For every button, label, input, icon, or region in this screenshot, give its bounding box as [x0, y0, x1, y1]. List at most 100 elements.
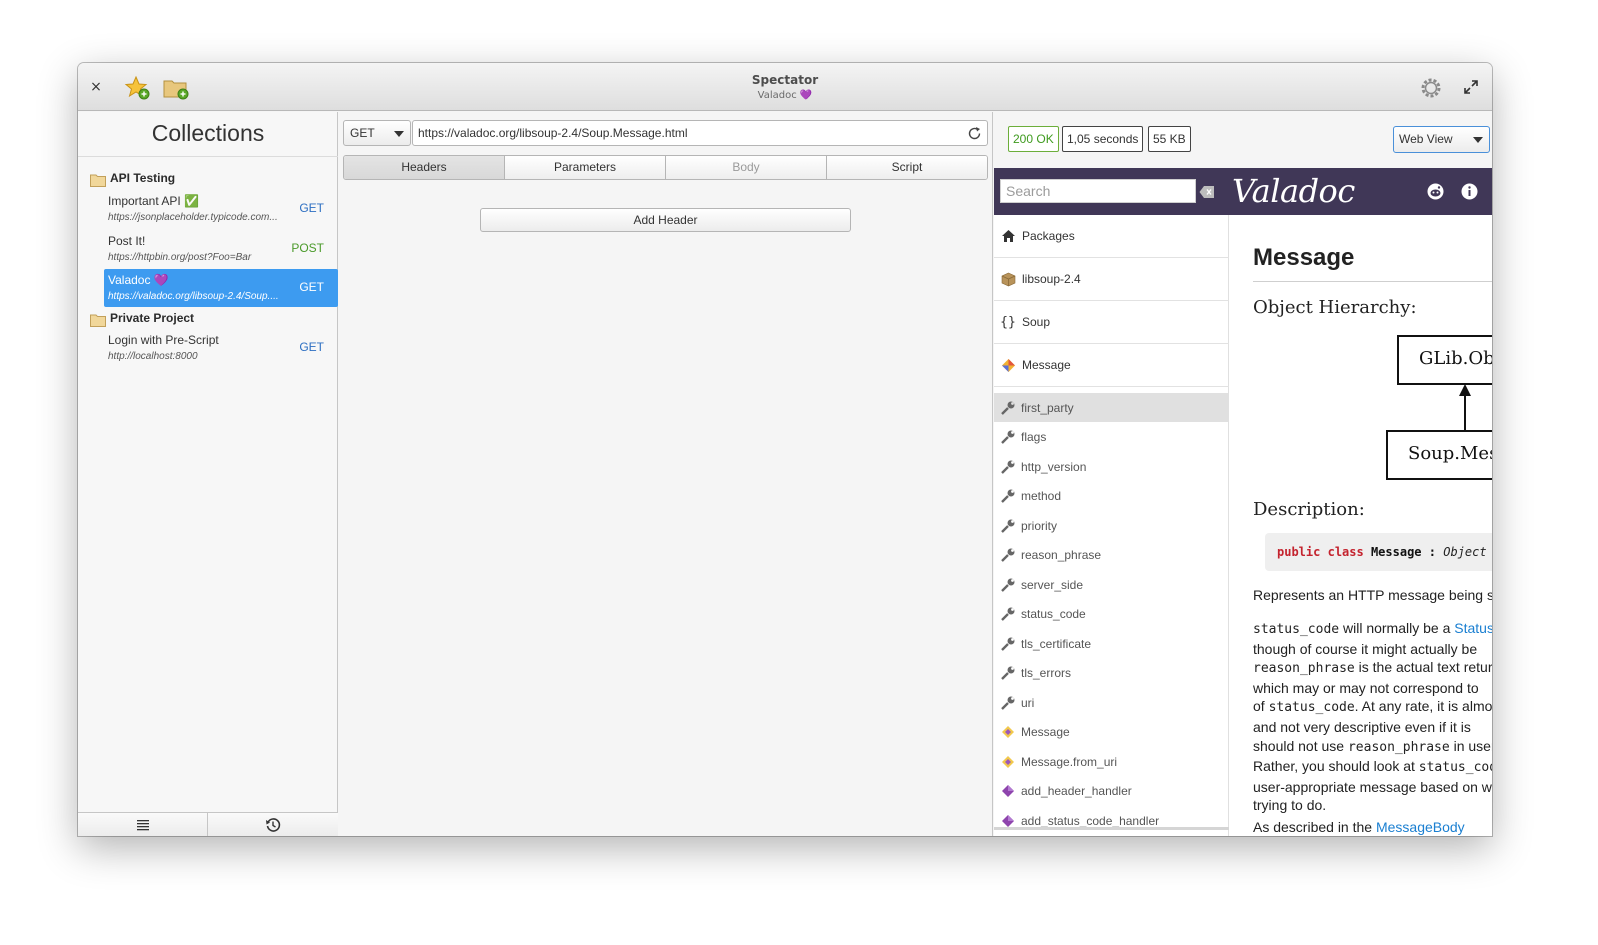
hierarchy-heading: Object Hierarchy:: [1253, 297, 1417, 318]
nav-label: Message: [1022, 358, 1071, 372]
nav-message[interactable]: Message: [994, 344, 1229, 387]
property-icon: [1000, 459, 1016, 475]
size-badge: 55 KB: [1148, 126, 1191, 152]
valadoc-logo[interactable]: Valadoc: [1232, 172, 1355, 210]
property-icon: [1000, 577, 1016, 593]
view-mode-dropdown[interactable]: Web View: [1393, 126, 1490, 153]
nav-soup[interactable]: {} Soup: [994, 301, 1229, 344]
home-icon: [1000, 228, 1016, 244]
nav-label: tls_errors: [1021, 665, 1072, 680]
tab-headers[interactable]: Headers: [344, 156, 505, 179]
folder-private-project[interactable]: Private Project: [90, 309, 194, 327]
window-title: Spectator: [751, 73, 819, 87]
request-url: https://httpbin.org/post?Foo=Bar: [108, 252, 252, 263]
nav-label: libsoup-2.4: [1022, 272, 1081, 286]
code-keyword: public: [1277, 545, 1321, 559]
nav-label: add_header_handler: [1021, 783, 1132, 798]
nav-item-first-party[interactable]: first_party: [994, 393, 1229, 422]
property-icon: [1000, 606, 1016, 622]
nav-item-flags[interactable]: flags: [994, 422, 1229, 451]
constructor-icon: [1000, 724, 1016, 740]
add-header-button[interactable]: Add Header: [480, 208, 851, 232]
property-icon: [1000, 636, 1016, 652]
description-paragraph-3: As described in the MessageBody: [1253, 818, 1492, 836]
property-icon: [1000, 488, 1016, 504]
nav-item-tls-errors[interactable]: tls_errors: [994, 658, 1229, 687]
text-span: Rather, you should look at: [1253, 758, 1419, 775]
status-link[interactable]: Status: [1454, 620, 1492, 636]
hierarchy-box-child[interactable]: Soup.Message: [1386, 430, 1492, 480]
text-line: user-appropriate message based on what: [1253, 778, 1492, 795]
hierarchy-box-parent[interactable]: GLib.Object: [1397, 335, 1492, 385]
nav-item-message-ctor[interactable]: Message: [994, 717, 1229, 746]
nav-label: http_version: [1021, 459, 1087, 474]
nav-item-server-side[interactable]: server_side: [994, 570, 1229, 599]
tab-parameters[interactable]: Parameters: [505, 156, 666, 179]
nav-scrollbar[interactable]: [994, 827, 1229, 830]
code-inline: reason_phrase: [1347, 739, 1450, 755]
time-badge: 1,05 seconds: [1062, 126, 1144, 152]
web-view: Search Valadoc Packages libsoup-2.4 {} S…: [994, 168, 1492, 836]
nav-label: Message.from_uri: [1021, 754, 1118, 769]
tab-script[interactable]: Script: [827, 156, 987, 179]
list-icon: [136, 819, 149, 830]
nav-item-reason-phrase[interactable]: reason_phrase: [994, 540, 1229, 569]
text-span: As described in the: [1253, 819, 1376, 835]
folder-name: Private Project: [110, 311, 195, 325]
request-method: GET: [299, 280, 324, 294]
nav-label: status_code: [1021, 606, 1086, 621]
nav-item-http-version[interactable]: http_version: [994, 452, 1229, 481]
request-item-post-it[interactable]: Post It! https://httpbin.org/post?Foo=Ba…: [104, 230, 338, 268]
request-name: Important API ✅: [108, 194, 199, 208]
nav-packages[interactable]: Packages: [994, 215, 1229, 258]
history-icon: [266, 817, 281, 832]
description-paragraph-2: status_code will normally be a Status th…: [1253, 619, 1492, 815]
tab-body[interactable]: Body: [666, 156, 827, 179]
nav-libsoup[interactable]: libsoup-2.4: [994, 258, 1229, 301]
info-icon[interactable]: [1461, 183, 1478, 200]
description-paragraph-1: Represents an HTTP message being sent or…: [1253, 587, 1492, 603]
app-window: × Spectator Valadoc 💜 Collections API Te…: [78, 63, 1492, 836]
nav-item-priority[interactable]: priority: [994, 511, 1229, 540]
code-separator: :: [1428, 545, 1436, 559]
nav-item-message-from-uri[interactable]: Message.from_uri: [994, 747, 1229, 776]
nav-item-uri[interactable]: uri: [994, 688, 1229, 717]
description-heading: Description:: [1253, 499, 1365, 520]
reddit-icon[interactable]: [1427, 183, 1444, 200]
request-url: https://jsonplaceholder.typicode.com...: [108, 212, 278, 223]
request-tabs: Headers Parameters Body Script: [343, 155, 988, 180]
nav-label: Message: [1021, 724, 1070, 739]
list-view-button[interactable]: [78, 813, 208, 836]
messagebody-link[interactable]: MessageBody: [1376, 819, 1465, 835]
nav-item-add-status-code-handler[interactable]: add_status_code_handler: [994, 806, 1229, 835]
package-icon: [1000, 271, 1016, 287]
request-item-login[interactable]: Login with Pre-Script http://localhost:8…: [104, 329, 338, 367]
text-span: in user: [1449, 737, 1492, 754]
gear-icon[interactable]: [1419, 76, 1443, 100]
nav-item-tls-certificate[interactable]: tls_certificate: [994, 629, 1229, 658]
nav-item-add-header-handler[interactable]: add_header_handler: [994, 776, 1229, 805]
sidebar-divider: [78, 156, 338, 157]
folder-api-testing[interactable]: API Testing: [90, 169, 175, 187]
request-method: GET: [299, 340, 324, 354]
property-icon: [1000, 547, 1016, 563]
property-icon: [1000, 429, 1016, 445]
nav-item-status-code[interactable]: status_code: [994, 599, 1229, 628]
url-input[interactable]: https://valadoc.org/libsoup-2.4/Soup.Mes…: [412, 120, 988, 146]
constructor-icon: [1000, 754, 1016, 770]
maximize-icon[interactable]: [1463, 79, 1479, 95]
nav-item-method[interactable]: method: [994, 481, 1229, 510]
request-name: Post It!: [108, 234, 146, 248]
request-item-valadoc[interactable]: Valadoc 💜 https://valadoc.org/libsoup-2.…: [104, 269, 338, 307]
valadoc-search-input[interactable]: Search: [1000, 179, 1196, 203]
refresh-icon[interactable]: [967, 125, 982, 140]
window-subtitle: Valadoc 💜: [757, 90, 813, 101]
clear-icon[interactable]: [1199, 184, 1215, 198]
nav-label: reason_phrase: [1021, 547, 1102, 562]
request-url: http://localhost:8000: [108, 351, 198, 362]
method-dropdown[interactable]: GET: [343, 120, 411, 146]
request-item-important-api[interactable]: Important API ✅ https://jsonplaceholder.…: [104, 190, 338, 228]
method-value: GET: [350, 126, 375, 140]
history-button[interactable]: [208, 813, 338, 836]
nav-label: server_side: [1021, 577, 1084, 592]
